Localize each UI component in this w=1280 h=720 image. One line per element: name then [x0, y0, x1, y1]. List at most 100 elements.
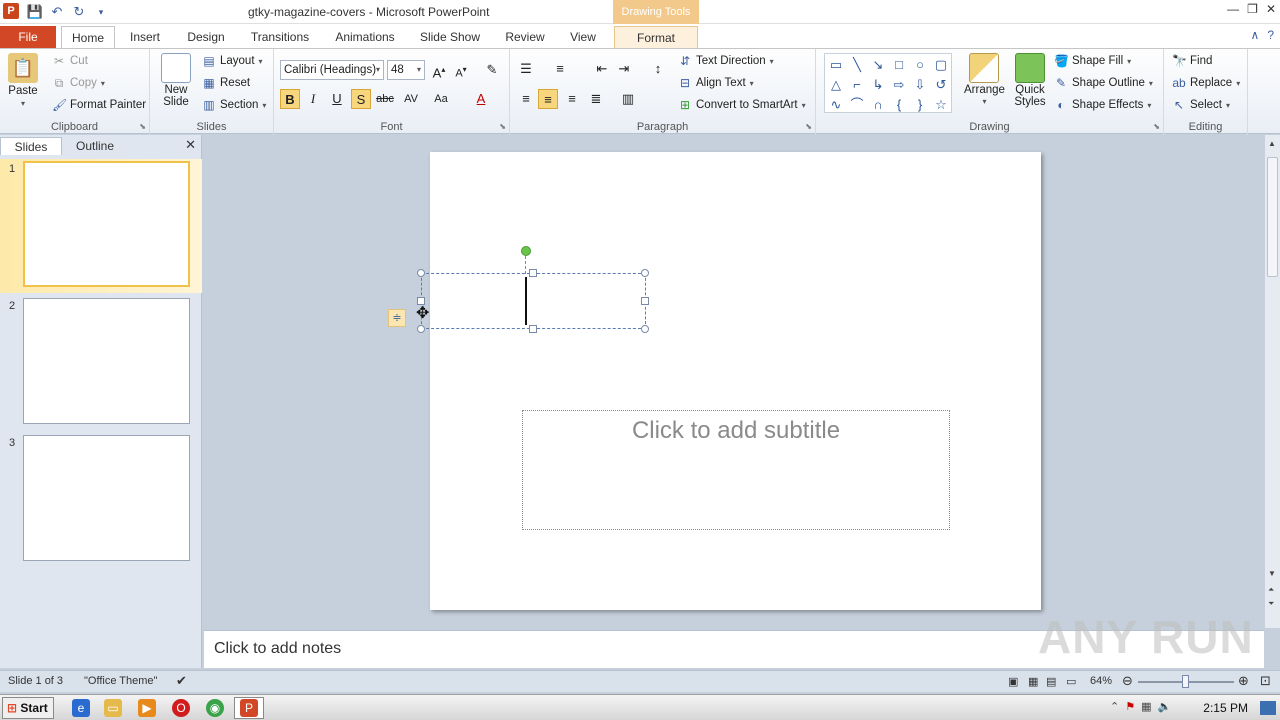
reading-view-icon[interactable]: ▤ [1046, 675, 1056, 688]
customize-qat-icon[interactable]: ▾ [92, 3, 110, 21]
format-painter-button[interactable]: 🖌 Format Painter [52, 98, 146, 112]
chrome-icon[interactable]: ◉ [206, 699, 224, 717]
curve-connector-shape-icon[interactable]: ∿ [826, 95, 846, 114]
normal-view-icon[interactable]: ▣ [1008, 675, 1018, 688]
resize-handle-bottom[interactable] [529, 325, 537, 333]
underline-button[interactable]: U [327, 89, 347, 109]
zoom-level[interactable]: 64% [1090, 675, 1112, 687]
elbow-connector-shape-icon[interactable]: ⌐ [847, 75, 867, 94]
resize-handle-top-left[interactable] [417, 269, 425, 277]
powerpoint-taskbar-button[interactable]: P [234, 697, 264, 719]
shape-effects-button[interactable]: ◐ Shape Effects ▾ [1054, 98, 1151, 112]
zoom-out-icon[interactable]: ⊖ [1122, 673, 1133, 689]
cut-button[interactable]: ✂ Cut [52, 54, 88, 68]
slide-thumbnail-row[interactable]: 2 [0, 296, 202, 430]
copy-button[interactable]: ⧉ Copy ▾ [52, 76, 105, 90]
left-brace-shape-icon[interactable]: { [889, 95, 909, 114]
tab-view[interactable]: View [562, 26, 604, 48]
rectangle-shape-icon[interactable]: □ [889, 55, 909, 74]
show-hidden-icons-icon[interactable]: ⌃ [1110, 700, 1119, 713]
increase-indent-icon[interactable]: ⇥ [614, 59, 634, 79]
selected-text-box[interactable] [417, 246, 649, 333]
clear-formatting-icon[interactable]: ✎ [482, 60, 502, 80]
tab-format[interactable]: Format [614, 26, 698, 48]
tab-review[interactable]: Review [500, 26, 550, 48]
align-right-icon[interactable]: ≡ [562, 89, 582, 109]
tab-home[interactable]: Home [61, 26, 115, 48]
change-case-button[interactable]: Aa [431, 89, 451, 109]
right-brace-shape-icon[interactable]: } [910, 95, 930, 114]
columns-icon[interactable]: ▥ [618, 89, 638, 109]
scroll-down-icon[interactable]: ▼ [1268, 569, 1276, 578]
line-spacing-icon[interactable]: ↕ [648, 59, 668, 79]
restore-icon[interactable]: ❐ [1247, 2, 1258, 16]
clock[interactable]: 2:15 PM [1203, 701, 1248, 715]
shapes-gallery[interactable]: ▭ ╲ ↘ □ ○ ▢ △ ⌐ ↳ ⇨ ⇩ ↺ ∿ ⌒ ∩ { } ☆ [824, 53, 952, 113]
oval-shape-icon[interactable]: ○ [910, 55, 930, 74]
character-spacing-button[interactable]: AV [401, 89, 421, 109]
shape-outline-button[interactable]: ✎ Shape Outline ▾ [1054, 76, 1153, 90]
undo-icon[interactable]: ↶ [48, 3, 66, 21]
fit-to-window-icon[interactable]: ⊡ [1260, 673, 1271, 689]
network-icon[interactable]: ▦ [1141, 700, 1151, 713]
close-icon[interactable]: ✕ [1266, 2, 1276, 16]
resize-handle-right[interactable] [641, 297, 649, 305]
scroll-up-icon[interactable]: ▲ [1268, 139, 1276, 148]
resize-handle-top[interactable] [529, 269, 537, 277]
slide-thumbnail[interactable] [23, 298, 190, 424]
tab-slides[interactable]: Slides [0, 137, 62, 155]
select-button[interactable]: ↖ Select ▾ [1172, 98, 1230, 112]
tab-slide-show[interactable]: Slide Show [414, 26, 486, 48]
rounded-rectangle-shape-icon[interactable]: ▢ [931, 55, 951, 74]
arc-shape-icon[interactable]: ⌒ [847, 95, 867, 114]
minimize-ribbon-icon[interactable]: ∧ [1251, 28, 1260, 42]
freeform-shape-icon[interactable]: ∩ [868, 95, 888, 114]
minimize-icon[interactable]: — [1227, 2, 1239, 16]
zoom-slider-knob[interactable] [1182, 675, 1189, 688]
dialog-launcher-icon[interactable]: ⬊ [499, 122, 506, 131]
arrange-button[interactable]: Arrange ▾ [964, 53, 1005, 106]
action-center-icon[interactable]: ⚑ [1125, 700, 1135, 713]
tab-file[interactable]: File [0, 26, 56, 48]
align-text-button[interactable]: ⊟ Align Text ▾ [678, 76, 754, 90]
file-explorer-icon[interactable]: ▭ [104, 699, 122, 717]
reset-button[interactable]: ▦ Reset [202, 76, 250, 90]
vertical-scrollbar[interactable]: ▲ ▼ ⏶ ⏷ [1264, 135, 1280, 628]
opera-icon[interactable]: O [172, 699, 190, 717]
resize-handle-bottom-right[interactable] [641, 325, 649, 333]
start-button[interactable]: ⊞ Start [2, 697, 54, 719]
arrow-line-shape-icon[interactable]: ↘ [868, 55, 888, 74]
dialog-launcher-icon[interactable]: ⬊ [1153, 122, 1160, 131]
slide-thumbnail[interactable] [23, 435, 190, 561]
slide-thumbnail-row[interactable]: 1 [0, 159, 202, 293]
font-color-button[interactable]: A [471, 89, 491, 109]
save-icon[interactable]: 💾 [26, 3, 44, 21]
text-shadow-button[interactable]: S [351, 89, 371, 109]
spell-check-icon[interactable]: ✔ [176, 673, 187, 689]
tab-design[interactable]: Design [180, 26, 232, 48]
internet-explorer-icon[interactable]: e [72, 699, 90, 717]
convert-to-smartart-button[interactable]: ⊞ Convert to SmartArt ▾ [678, 98, 806, 112]
shrink-font-icon[interactable]: A▾ [451, 60, 471, 80]
layout-button[interactable]: ▤ Layout ▾ [202, 54, 262, 68]
previous-slide-icon[interactable]: ⏶ [1268, 585, 1274, 595]
help-icon[interactable]: ? [1267, 28, 1274, 42]
rotation-handle[interactable] [521, 246, 531, 256]
font-name-select[interactable]: Calibri (Headings) ▾ [280, 60, 384, 80]
new-slide-button[interactable]: New Slide [160, 53, 192, 108]
zoom-in-icon[interactable]: ⊕ [1238, 673, 1249, 689]
powerpoint-logo-icon[interactable]: P [3, 3, 19, 19]
align-center-icon[interactable]: ≡ [538, 89, 558, 109]
next-slide-icon[interactable]: ⏷ [1268, 599, 1274, 609]
grow-font-icon[interactable]: A▴ [429, 60, 449, 80]
dialog-launcher-icon[interactable]: ⬊ [805, 122, 812, 131]
find-button[interactable]: 🔭 Find [1172, 54, 1212, 68]
elbow-arrow-shape-icon[interactable]: ↳ [868, 75, 888, 94]
slide-sorter-icon[interactable]: ▦ [1028, 675, 1038, 688]
line-shape-icon[interactable]: ╲ [847, 55, 867, 74]
tab-animations[interactable]: Animations [329, 26, 401, 48]
slide-thumbnail-row[interactable]: 3 [0, 433, 202, 567]
dialog-launcher-icon[interactable]: ⬊ [139, 122, 146, 131]
tab-insert[interactable]: Insert [122, 26, 168, 48]
decrease-indent-icon[interactable]: ⇤ [592, 59, 612, 79]
